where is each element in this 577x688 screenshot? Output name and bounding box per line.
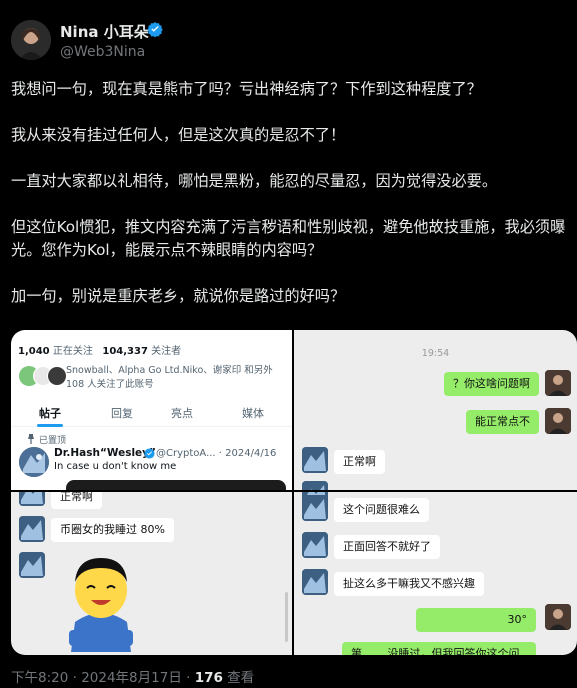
chat-avatar-self (545, 408, 571, 434)
chat-bubble-received: 正常啊 (334, 450, 385, 474)
post-author-name[interactable]: Dr.Hash“Wesley” (54, 447, 156, 459)
chat-avatar-self (545, 370, 571, 396)
chat-avatar-other (302, 532, 328, 558)
tab-media[interactable]: 媒体 (242, 405, 264, 421)
chat-avatar-other (302, 447, 328, 473)
chat-bubble-sent: 30° (416, 608, 536, 632)
media-chat-screenshot-3[interactable]: 这个问题很难么 正面回答不就好了 扯这么多干嘛我又不感兴趣 30° 第…… 没睡… (294, 492, 577, 655)
tweet-paragraph: 但这位Kol惯犯，推文内容充满了污言秽语和性别歧视，避免他故技重施，我必须曝光。… (11, 218, 566, 259)
chat-avatar-other (19, 492, 45, 506)
author-display-name[interactable]: Nina 小耳朵 (60, 21, 149, 42)
chat-timestamp: 19:54 (421, 348, 450, 359)
pinned-label: 已置顶 (39, 436, 67, 446)
post-meta: @CryptoA... · 2024/4/16 (156, 448, 277, 459)
chat-bubble-sent: 第…… 没睡过，但我回答你这个问 (342, 642, 536, 655)
scrollbar[interactable] (285, 592, 288, 642)
tab-posts[interactable]: 帖子 (39, 405, 61, 421)
chat-avatar-other (19, 552, 45, 578)
tweet-footer: 下午8:20 · 2024年8月17日 · 176 查看 (11, 666, 254, 686)
active-tab-indicator (37, 424, 63, 427)
view-label: 查看 (222, 670, 255, 686)
tweet-paragraph: 我从来没有挂过任何人，但是这次真的是忍不了！ (11, 126, 346, 144)
chat-bubble-sent: ？你这啥问题啊 (444, 372, 539, 396)
follower-avatar (47, 366, 67, 386)
chat-bubble-received: 币圈女的我睡过 80% (51, 518, 174, 542)
chat-avatar-other (19, 516, 45, 542)
followed-by-text: Snowball、Alpha Go Ltd.Niko、谢家印 和另外 108 人… (66, 365, 273, 390)
media-chat-screenshot-1[interactable]: 19:54 ？你这啥问题啊 能正常点不 正常啊 (294, 330, 577, 490)
post-text: In case u don't know me (54, 461, 177, 472)
chat-avatar-other (302, 481, 328, 490)
author-avatar[interactable] (11, 20, 51, 60)
media-profile-screenshot[interactable]: 1,040 正在关注 104,337 关注者 Snowball、Alpha Go… (11, 330, 292, 490)
chat-bubble-received: 正常啊 (51, 492, 102, 509)
tweet-paragraph: 加一句，别说是重庆老乡，就说你是路过的好吗？ (11, 287, 346, 305)
chat-avatar-other (302, 569, 328, 595)
tweet-timestamp[interactable]: 下午8:20 · 2024年8月17日 · (11, 670, 195, 686)
chat-avatar-other (302, 495, 328, 521)
tweet-paragraph: 我想问一句，现在真是熊市了吗？亏出神经病了？下作到这种程度了？ (11, 80, 482, 98)
cartoon-sticker-icon (69, 558, 133, 652)
view-count: 176 (194, 670, 223, 686)
tab-replies[interactable]: 回复 (111, 405, 133, 421)
post-author-avatar[interactable] (19, 447, 49, 477)
chat-bubble-received: 这个问题很难么 (334, 498, 429, 522)
followers-count: 104,337 (102, 346, 148, 357)
verified-badge-icon (147, 22, 163, 37)
tab-highlights[interactable]: 亮点 (171, 405, 193, 421)
followers-label: 关注者 (151, 346, 182, 357)
chat-avatar-self (545, 604, 571, 630)
tweet-paragraph: 一直对大家都以礼相待，哪怕是黑粉，能忍的尽量忍，因为觉得没必要。 (11, 172, 497, 190)
profile-tabs: 帖子 回复 亮点 媒体 (11, 401, 292, 427)
following-count: 1,040 (18, 346, 50, 357)
following-label: 正在关注 (52, 346, 93, 357)
pin-icon (28, 434, 34, 444)
chat-bubble-received: 扯这么多干嘛我又不感兴趣 (334, 572, 484, 596)
author-handle[interactable]: @Web3Nina (60, 44, 145, 60)
chat-bubble-sent: 能正常点不 (466, 410, 539, 434)
post-media-card[interactable] (66, 480, 286, 490)
verified-badge-icon (144, 448, 155, 459)
chat-bubble-received: 正面回答不就好了 (334, 535, 440, 559)
media-chat-screenshot-2[interactable]: 正常啊 币圈女的我睡过 80% (11, 492, 292, 655)
tweet-body: 我想问一句，现在真是熊市了吗？亏出神经病了？下作到这种程度了？ 我从来没有挂过任… (11, 78, 567, 331)
media-grid[interactable]: 1,040 正在关注 104,337 关注者 Snowball、Alpha Go… (11, 330, 577, 655)
tweet-header: Nina 小耳朵 @Web3Nina (0, 0, 577, 74)
profile-stats: 1,040 正在关注 104,337 关注者 (18, 342, 181, 357)
